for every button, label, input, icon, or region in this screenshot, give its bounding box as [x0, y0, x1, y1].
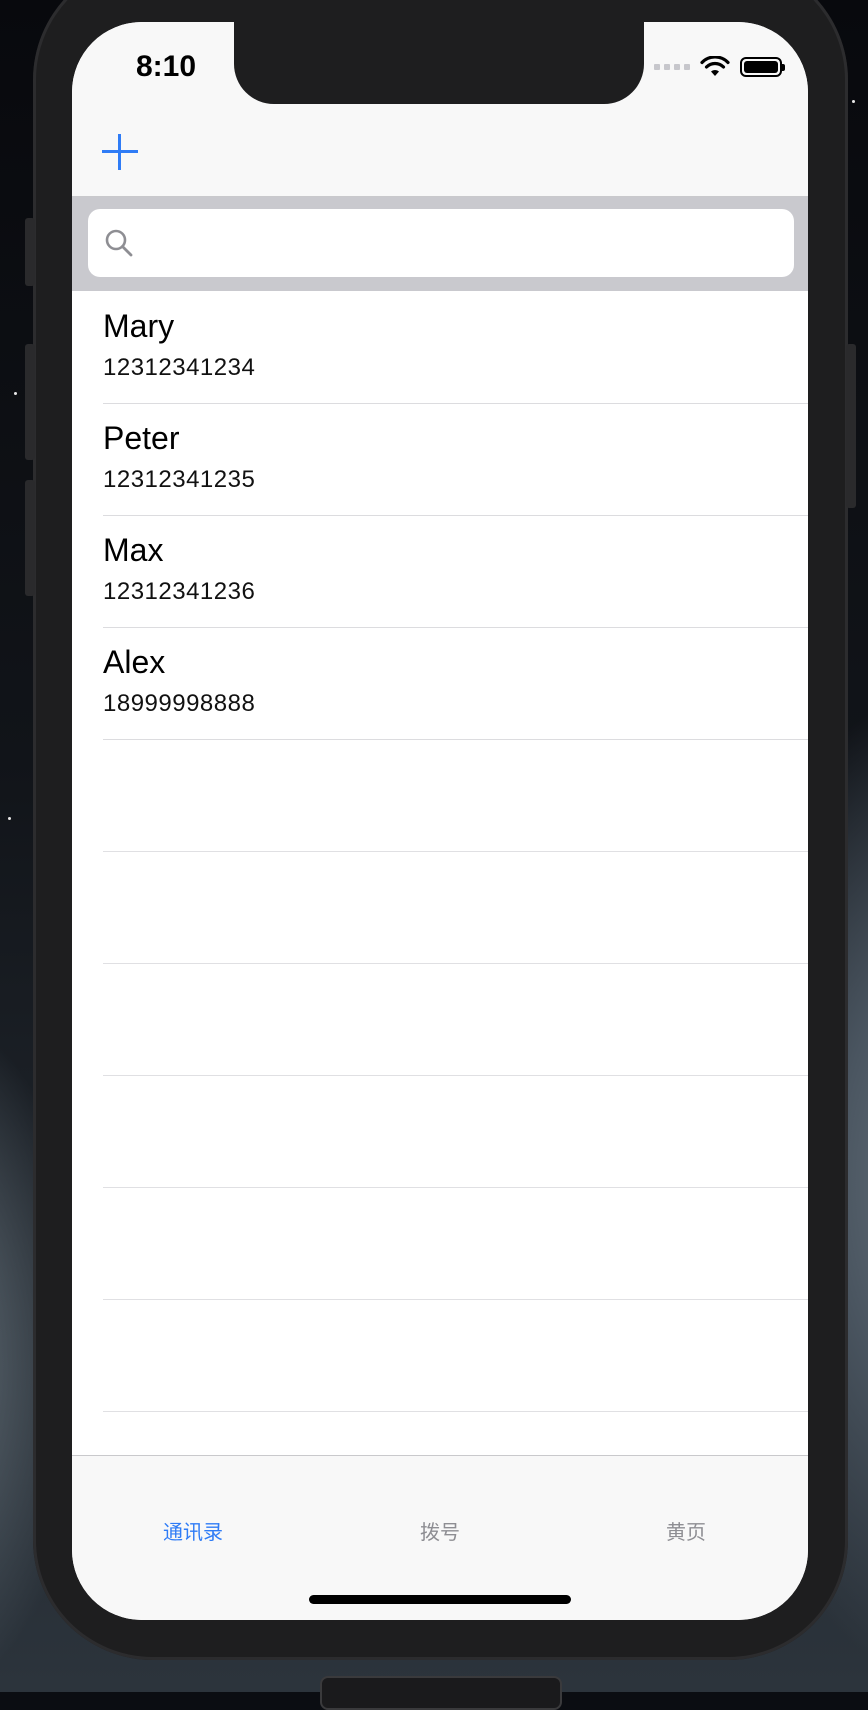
- simulator-home-button: [320, 1676, 562, 1710]
- add-contact-button[interactable]: [102, 134, 138, 170]
- contact-list: Mary 12312341234 Peter 12312341235 Max 1…: [72, 292, 808, 1524]
- volume-up-button: [25, 344, 35, 460]
- contact-phone: 12312341236: [103, 578, 256, 605]
- tab-contacts[interactable]: 通讯录: [103, 1516, 283, 1545]
- ringer-switch: [25, 218, 35, 286]
- app-screen: 8:10 Mary 12312341234 Peter 12312341235: [72, 22, 808, 1620]
- empty-row: [72, 740, 808, 852]
- contact-name: Mary: [103, 308, 175, 344]
- status-icons: [654, 56, 785, 78]
- tab-bar: 通讯录 拨号 黄页: [72, 1455, 808, 1620]
- contact-name: Max: [103, 532, 164, 568]
- empty-row: [72, 1300, 808, 1412]
- contact-row-peter[interactable]: Peter 12312341235: [72, 404, 808, 516]
- star: [8, 817, 11, 820]
- empty-row: [72, 964, 808, 1076]
- contact-phone: 12312341234: [103, 354, 256, 381]
- wifi-icon: [700, 56, 730, 76]
- contact-name: Alex: [103, 644, 166, 680]
- star: [14, 392, 17, 395]
- contact-phone: 18999998888: [103, 690, 256, 717]
- tab-dialer[interactable]: 拨号: [350, 1516, 530, 1545]
- battery-icon: [740, 57, 785, 77]
- contact-row-mary[interactable]: Mary 12312341234: [72, 292, 808, 404]
- contact-name: Peter: [103, 420, 180, 456]
- home-indicator[interactable]: [309, 1595, 571, 1604]
- star: [852, 100, 855, 103]
- search-bar: [72, 197, 808, 291]
- search-icon: [105, 229, 133, 257]
- empty-row: [72, 1076, 808, 1188]
- empty-row: [72, 1188, 808, 1300]
- status-time: 8:10: [136, 50, 197, 83]
- power-button: [846, 344, 856, 508]
- contact-row-max[interactable]: Max 12312341236: [72, 516, 808, 628]
- tab-yellow-pages[interactable]: 黄页: [596, 1516, 776, 1545]
- contact-phone: 12312341235: [103, 466, 256, 493]
- volume-down-button: [25, 480, 35, 596]
- empty-row: [72, 852, 808, 964]
- signal-dots-icon: [654, 64, 690, 70]
- notch: [234, 22, 644, 104]
- search-input[interactable]: [88, 209, 794, 277]
- contact-row-alex[interactable]: Alex 18999998888: [72, 628, 808, 740]
